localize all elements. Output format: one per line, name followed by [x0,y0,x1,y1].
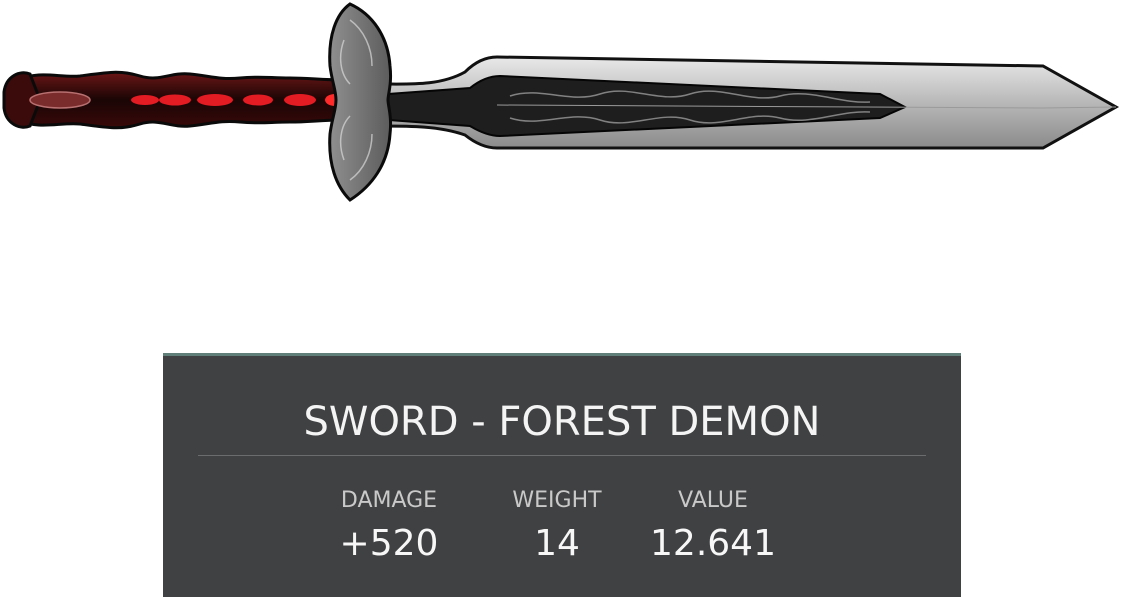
title-divider [198,455,926,456]
stat-damage: DAMAGE +520 [333,488,445,564]
sword-image [0,0,1124,210]
damage-value: +520 [339,523,439,564]
damage-label: DAMAGE [340,488,438,513]
weight-label: WEIGHT [512,488,602,513]
value-amount: 12.641 [650,523,776,564]
sword-icon [2,2,1120,202]
weight-value: 14 [534,523,580,564]
stat-weight: WEIGHT 14 [503,488,611,564]
value-label: VALUE [678,488,748,513]
item-title: SWORD - FOREST DEMON [303,399,821,445]
item-info-panel: SWORD - FOREST DEMON DAMAGE +520 WEIGHT … [163,353,961,597]
stat-value: VALUE 12.641 [643,488,783,564]
